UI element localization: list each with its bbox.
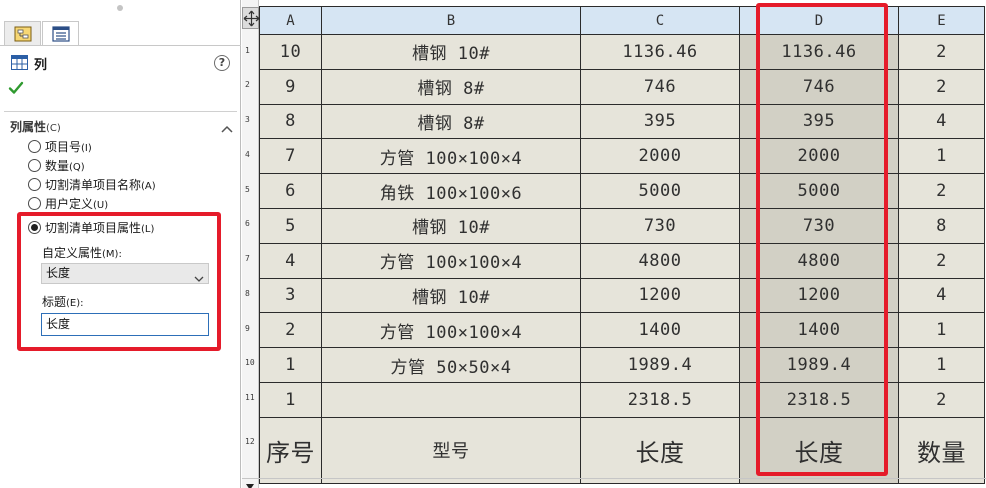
row-number[interactable]: 11 [245,393,255,402]
cell-item-no[interactable]: 3 [259,277,322,314]
cell-length[interactable]: 1989.4 [580,347,740,383]
cell-length[interactable]: 746 [580,68,740,105]
cell-item-no[interactable]: 10 [259,34,322,70]
radio-label: 数量(Q) [45,158,85,173]
chevron-up-icon[interactable] [221,119,233,138]
cell-item-no[interactable]: 2 [259,312,322,349]
highlight-box-column-d [756,3,888,476]
cell-model[interactable]: 槽钢 8# [321,103,581,140]
header-item-no[interactable]: 序号 [259,416,322,484]
header-quantity[interactable]: 数量 [898,416,985,484]
row-number[interactable]: 4 [245,150,250,159]
cell-model[interactable]: 方管 100×100×4 [321,138,581,175]
row-number[interactable]: 6 [245,219,250,228]
radio-button[interactable] [28,196,41,210]
cell-length[interactable]: 1136.46 [580,34,740,70]
section-title-key: (C) [46,123,61,134]
section-divider [4,111,237,112]
tab-feature-manager[interactable] [4,21,41,46]
highlight-box-property-options [17,212,221,351]
table-move-handle[interactable] [242,7,260,29]
row-number[interactable]: 1 [245,46,250,55]
column-icon [11,55,28,74]
cell-quantity[interactable]: 8 [898,207,985,244]
header-length[interactable]: 长度 [580,416,740,484]
cell-length[interactable]: 5000 [580,173,740,209]
cell-quantity[interactable]: 2 [898,34,985,70]
cell-quantity[interactable]: 2 [898,242,985,279]
cell-model[interactable]: 槽钢 10# [321,207,581,244]
cell-item-no[interactable]: 5 [259,207,322,244]
cell-quantity[interactable]: 4 [898,103,985,140]
cell-model[interactable]: 槽钢 8# [321,68,581,105]
row-number[interactable]: 12 [245,437,255,446]
section-title-column-properties[interactable]: 列属性(C) [10,118,61,135]
row-number[interactable]: 7 [245,254,250,263]
radio-button[interactable] [28,158,41,172]
property-manager-panel: 列 ? 列属性(C) 项目号(I) 数量(Q) 切割清单项目名称(A) 用户定义… [0,0,241,488]
cell-quantity[interactable]: 2 [898,68,985,105]
cell-length[interactable]: 2318.5 [580,381,740,418]
cell-item-no[interactable]: 4 [259,242,322,279]
cell-quantity[interactable]: 4 [898,277,985,314]
cell-item-no[interactable]: 7 [259,138,322,175]
cell-quantity[interactable]: 2 [898,381,985,418]
column-header-c[interactable]: C [580,6,740,35]
cell-length[interactable]: 4800 [580,242,740,279]
cell-model[interactable]: 方管 100×100×4 [321,312,581,349]
cell-length[interactable]: 1200 [580,277,740,314]
cell-quantity[interactable]: 1 [898,312,985,349]
cell-item-no[interactable]: 1 [259,381,322,418]
column-header-a[interactable]: A [259,6,322,35]
row-number[interactable]: 8 [245,289,250,298]
sheet-edge-line [242,478,986,479]
cell-model[interactable]: 方管 100×100×4 [321,242,581,279]
cell-length[interactable]: 1400 [580,312,740,349]
radio-user-defined[interactable]: 用户定义(U) [28,194,108,212]
cell-item-no[interactable]: 6 [259,173,322,209]
column-header-b[interactable]: B [321,6,581,35]
cell-model[interactable]: 角铁 100×100×6 [321,173,581,209]
row-header-gutter: 1 2 3 4 5 6 7 8 9 10 11 12 [242,0,259,488]
section-title-label: 列属性 [10,120,47,134]
cell-length[interactable]: 2000 [580,138,740,175]
tab-property-manager[interactable] [42,21,79,46]
radio-label: 项目号(I) [45,139,92,154]
row-number[interactable]: 5 [245,185,250,194]
cell-model[interactable]: 槽钢 10# [321,34,581,70]
cell-item-no[interactable]: 8 [259,103,322,140]
cell-item-no[interactable]: 9 [259,68,322,105]
cell-item-no[interactable]: 1 [259,347,322,383]
help-icon[interactable]: ? [214,55,230,71]
header-model[interactable]: 型号 [321,416,581,484]
row-number[interactable]: 2 [245,80,250,89]
panel-title: 列 [34,58,48,73]
row-number[interactable]: 9 [245,324,250,333]
triangle-down-icon[interactable] [245,476,255,488]
cell-model[interactable]: 槽钢 10# [321,277,581,314]
radio-item-number[interactable]: 项目号(I) [28,137,92,155]
cell-quantity[interactable]: 1 [898,347,985,383]
radio-quantity[interactable]: 数量(Q) [28,156,85,174]
radio-button[interactable] [28,139,41,153]
cell-length[interactable]: 730 [580,207,740,244]
cell-length[interactable]: 395 [580,103,740,140]
row-number[interactable]: 3 [245,115,250,124]
cell-model[interactable] [321,381,581,418]
column-header-e[interactable]: E [898,6,985,35]
radio-label: 切割清单项目名称(A) [45,177,156,192]
cell-quantity[interactable]: 1 [898,138,985,175]
ok-check-icon[interactable] [8,80,24,100]
panel-grip[interactable] [117,5,123,11]
row-number[interactable]: 10 [245,358,255,367]
cell-quantity[interactable]: 2 [898,173,985,209]
radio-button[interactable] [28,177,41,191]
radio-label: 用户定义(U) [45,196,109,211]
radio-cutlist-item-name[interactable]: 切割清单项目名称(A) [28,175,156,193]
cell-model[interactable]: 方管 50×50×4 [321,347,581,383]
tabs-divider [0,45,241,46]
